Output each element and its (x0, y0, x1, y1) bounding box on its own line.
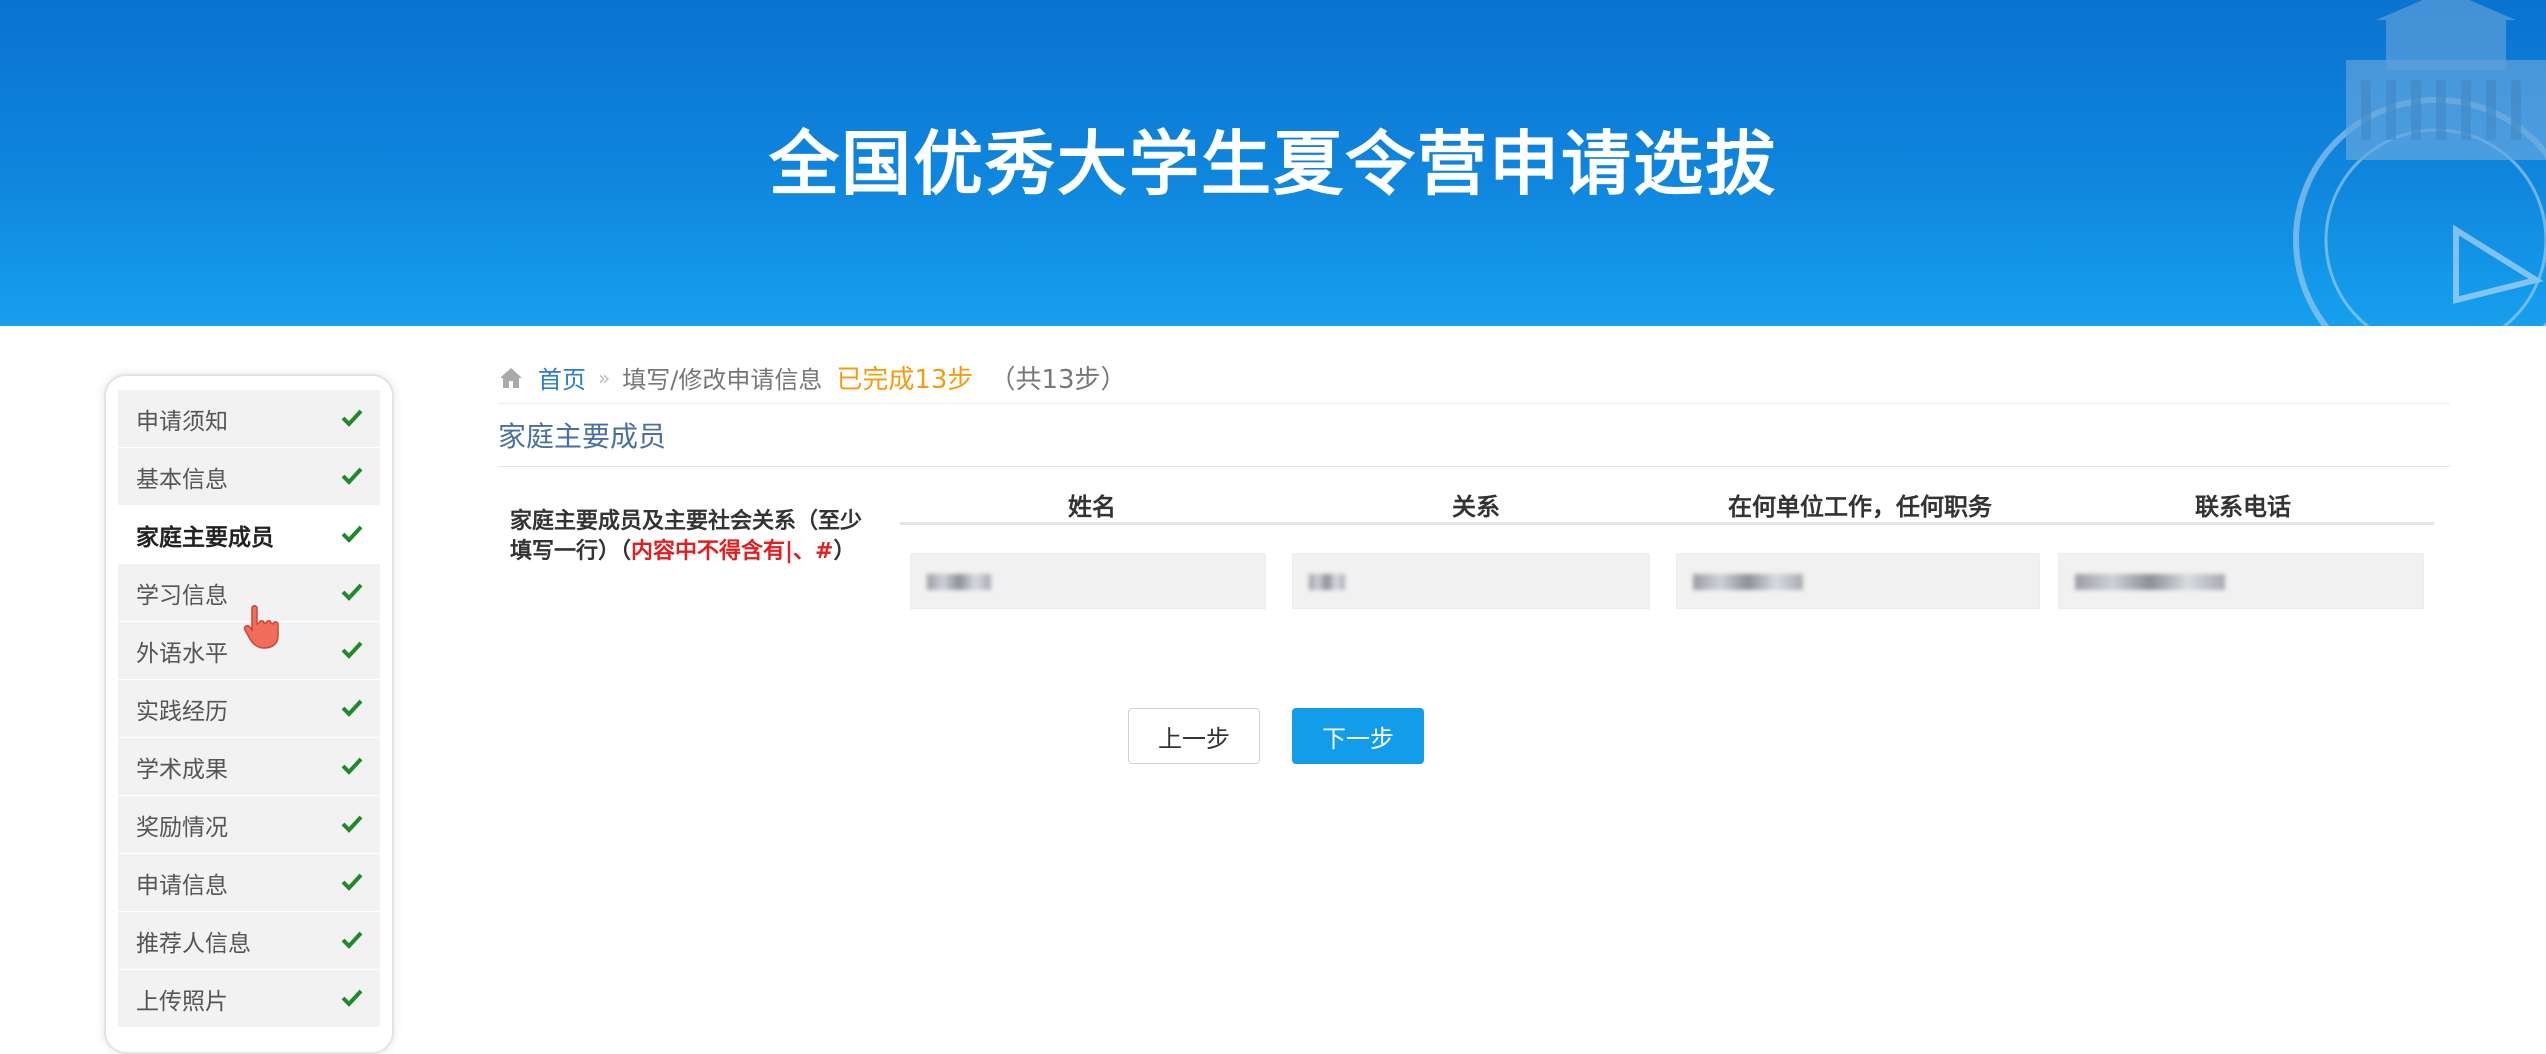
sidebar-item-photo[interactable]: 上传照片 (118, 970, 380, 1028)
relation-input[interactable] (1292, 553, 1650, 609)
family-members-form: 家庭主要成员及主要社会关系（至少填写一行）（内容中不得含有|、#） 姓名 关系 … (498, 467, 2450, 647)
check-icon (341, 699, 363, 717)
sidebar-item-academic[interactable]: 学术成果 (118, 738, 380, 796)
check-icon (341, 989, 363, 1007)
sidebar-item-application[interactable]: 申请信息 (118, 854, 380, 912)
column-header-name: 姓名 (1068, 493, 1116, 521)
breadcrumb-home-link[interactable]: 首页 (538, 360, 586, 395)
header-banner: 全国优秀大学生夏令营申请选拔 (0, 0, 2546, 326)
sidebar-item-label: 上传照片 (136, 988, 228, 1015)
redacted-text (927, 574, 991, 590)
sidebar-item-label: 学习信息 (136, 582, 228, 609)
label-end: ） (833, 539, 856, 564)
breadcrumb: 首页 » 填写/修改申请信息 已完成13步 （共13步） (498, 352, 2450, 404)
label-warning: 内容中不得含有|、# (631, 539, 834, 564)
sidebar-item-label: 申请须知 (136, 408, 228, 435)
redacted-text (1693, 574, 1803, 590)
name-input[interactable] (910, 553, 1266, 609)
sidebar-item-label: 奖励情况 (136, 814, 228, 841)
progress-total-text: （共13步） (989, 365, 1127, 395)
prev-step-button[interactable]: 上一步 (1128, 708, 1260, 764)
sidebar-item-referee[interactable]: 推荐人信息 (118, 912, 380, 970)
sidebar-item-label: 实践经历 (136, 698, 228, 725)
check-icon (341, 525, 363, 543)
check-icon (341, 409, 363, 427)
table-row (900, 553, 2434, 609)
university-emblem-icon (2293, 0, 2546, 326)
next-step-button[interactable]: 下一步 (1292, 708, 1424, 764)
family-members-label: 家庭主要成员及主要社会关系（至少填写一行）（内容中不得含有|、#） (510, 507, 880, 567)
sidebar-item-label: 推荐人信息 (136, 930, 251, 957)
sidebar-item-awards[interactable]: 奖励情况 (118, 796, 380, 854)
sidebar-item-label: 外语水平 (136, 640, 228, 667)
step-sidebar: 申请须知 基本信息 家庭主要成员 学习信息 外语水平 实践经历 学术成果 奖励情… (104, 374, 394, 1054)
column-header-relation: 关系 (1452, 493, 1500, 521)
hand-pointer-icon (243, 605, 279, 649)
check-icon (341, 641, 363, 659)
check-icon (341, 467, 363, 485)
banner-title: 全国优秀大学生夏令营申请选拔 (769, 123, 1777, 205)
main-content: 首页 » 填写/修改申请信息 已完成13步 （共13步） 家庭主要成员 家庭主要… (498, 352, 2450, 764)
table-header: 姓名 关系 在何单位工作，任何职务 联系电话 (900, 487, 2434, 525)
breadcrumb-current: 填写/修改申请信息 (622, 366, 823, 394)
workplace-input[interactable] (1676, 553, 2040, 609)
phone-input[interactable] (2058, 553, 2424, 609)
redacted-text (1309, 574, 1345, 590)
redacted-text (2075, 574, 2225, 590)
section-title: 家庭主要成员 (498, 404, 2450, 467)
sidebar-item-label: 基本信息 (136, 466, 228, 493)
progress-done-text: 已完成13步 (836, 365, 974, 395)
sidebar-item-basic-info[interactable]: 基本信息 (118, 448, 380, 506)
sidebar-item-notice[interactable]: 申请须知 (118, 390, 380, 448)
check-icon (341, 931, 363, 949)
column-header-phone: 联系电话 (2195, 493, 2291, 521)
check-icon (341, 757, 363, 775)
column-header-workplace: 在何单位工作，任何职务 (1728, 493, 1992, 521)
sidebar-item-label: 申请信息 (136, 872, 228, 899)
sidebar-item-practice[interactable]: 实践经历 (118, 680, 380, 738)
breadcrumb-separator: » (598, 365, 611, 390)
check-icon (341, 873, 363, 891)
sidebar-item-label: 学术成果 (136, 756, 228, 783)
home-icon (500, 367, 522, 388)
sidebar-item-label: 家庭主要成员 (136, 524, 274, 551)
check-icon (341, 815, 363, 833)
sidebar-item-family-members[interactable]: 家庭主要成员 (118, 506, 380, 564)
check-icon (341, 583, 363, 601)
